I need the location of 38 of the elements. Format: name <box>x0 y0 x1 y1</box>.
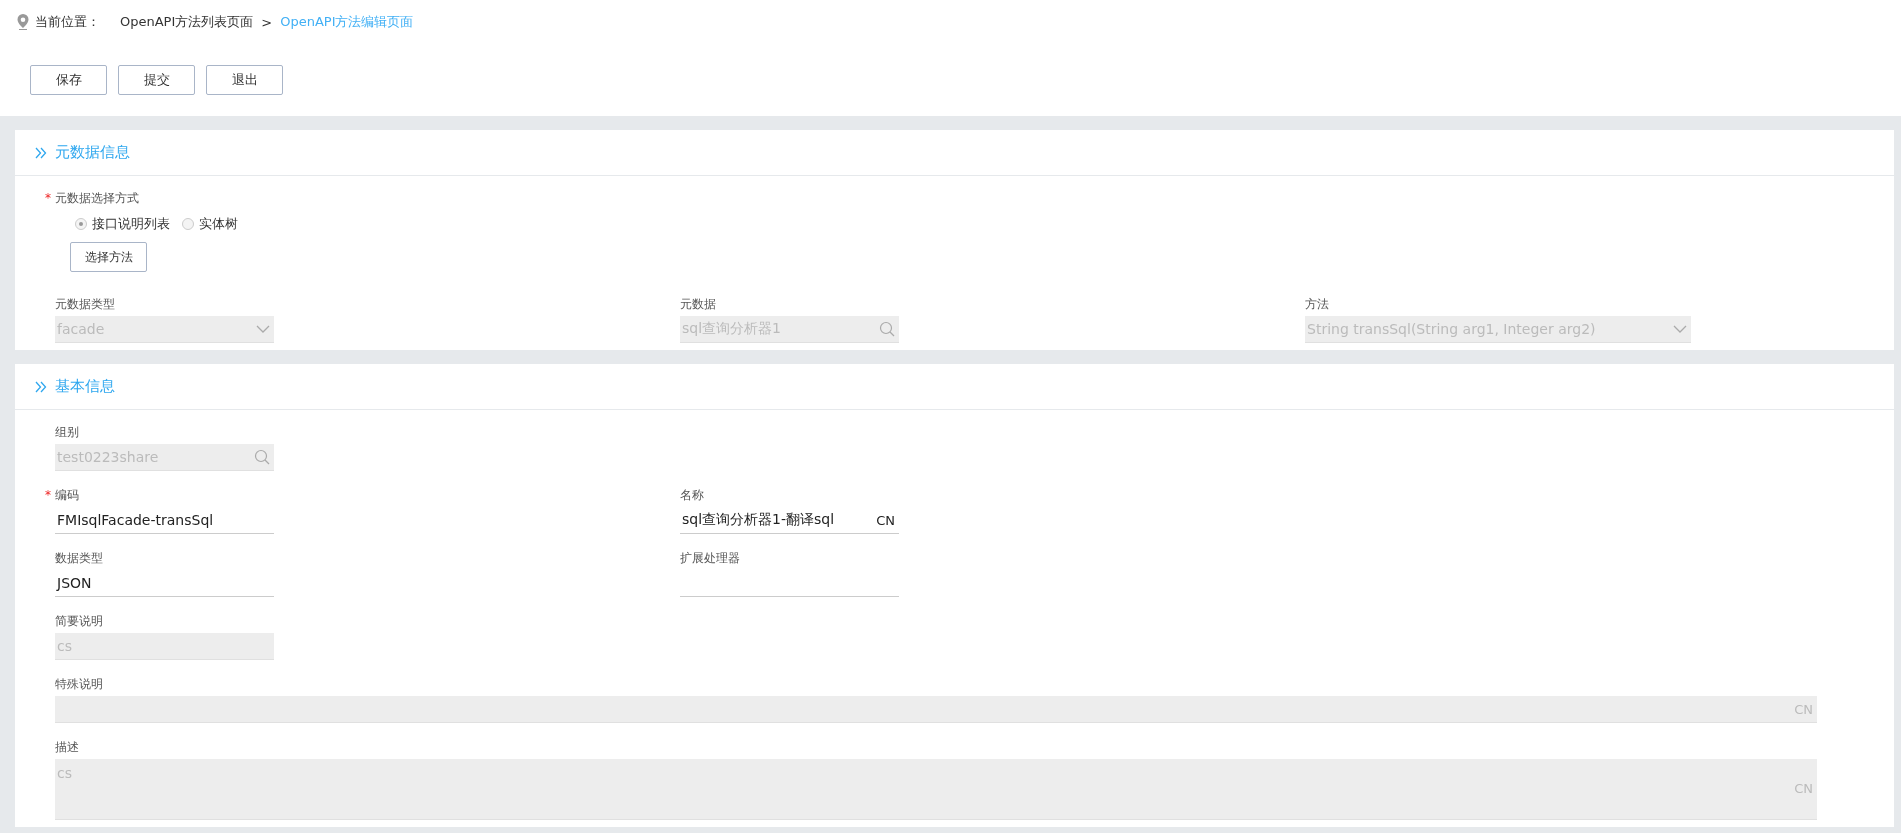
radio-button[interactable] <box>182 218 194 230</box>
field-label: 编码 <box>55 488 79 502</box>
location-pin-icon <box>17 14 29 30</box>
required-asterisk: * <box>45 487 51 503</box>
radio-label[interactable]: 实体树 <box>199 215 238 233</box>
field-label: 数据类型 <box>55 551 103 565</box>
chevron-down-icon <box>256 325 270 333</box>
field-label: 特殊说明 <box>55 677 103 691</box>
field-label: 元数据 <box>680 297 716 311</box>
search-icon <box>254 449 270 465</box>
section-title: 元数据信息 <box>55 143 130 162</box>
breadcrumb-label: 当前位置： <box>35 13 100 31</box>
radio-label[interactable]: 接口说明列表 <box>92 215 170 233</box>
language-tag: CN <box>876 512 895 528</box>
double-chevron-icon <box>35 380 47 393</box>
search-icon <box>879 321 895 337</box>
field-value: FMIsqlFacade-transSql <box>57 512 215 528</box>
required-asterisk: * <box>45 190 51 206</box>
field-value: sql查询分析器1-翻译sql <box>682 511 836 529</box>
field-label: 描述 <box>55 740 79 754</box>
field-label: 元数据选择方式 <box>55 191 139 205</box>
field-label: 简要说明 <box>55 614 103 628</box>
toolbar-button[interactable]: 提交 <box>118 65 195 95</box>
radio-button[interactable] <box>75 218 87 230</box>
field-label: 方法 <box>1305 297 1329 311</box>
double-chevron-icon <box>35 146 47 159</box>
chevron-down-icon <box>1673 325 1687 333</box>
field-label: 扩展处理器 <box>680 551 740 565</box>
field-label: 名称 <box>680 488 704 502</box>
field-value: JSON <box>57 575 93 591</box>
section-title: 基本信息 <box>55 377 115 396</box>
field-label: 组别 <box>55 425 79 439</box>
breadcrumb-link[interactable]: OpenAPI方法列表页面 <box>120 13 254 31</box>
toolbar-button[interactable]: 退出 <box>206 65 283 95</box>
select-method-button[interactable]: 选择方法 <box>70 242 147 272</box>
field-label: 元数据类型 <box>55 297 115 311</box>
breadcrumb-separator: > <box>261 14 273 30</box>
toolbar-button[interactable]: 保存 <box>30 65 107 95</box>
